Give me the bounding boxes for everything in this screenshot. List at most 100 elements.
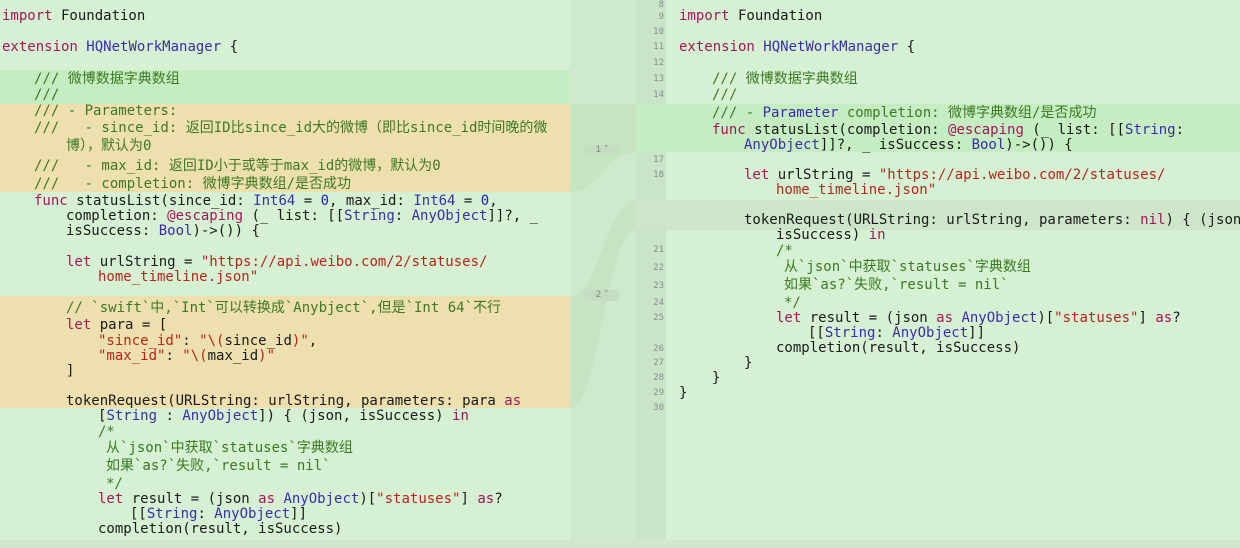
code-token: "statuses"	[1054, 310, 1139, 326]
code-line[interactable]: 从`json`中获取`statuses`字典数组	[106, 440, 353, 456]
bottom-toolbar-strip	[0, 540, 1240, 548]
right-code-area[interactable]: import Foundation extension HQNetWorkMana…	[636, 0, 1240, 548]
code-token: 博），默认为0	[66, 138, 152, 154]
code-token: Parameter	[762, 105, 839, 121]
code-line[interactable]: /// - completion: 微博字典数组/是否成功	[34, 176, 351, 192]
diff-change-badge[interactable]: 2 ˅	[584, 290, 620, 301]
code-line[interactable]: 从`json`中获取`statuses`字典数组	[784, 259, 1031, 275]
code-token: )"	[258, 348, 276, 364]
code-token: /*	[98, 424, 115, 440]
code-line[interactable]: }	[679, 385, 687, 401]
code-line[interactable]: // `swift`中,`Int`可以转换成`Anybject`,但是`Int …	[66, 300, 501, 316]
left-code-pane[interactable]: import Foundation extension HQNetWorkMana…	[0, 0, 570, 548]
code-token: "max_id"	[98, 348, 166, 364]
diff-change-badge[interactable]: 1 ˅	[584, 145, 620, 156]
code-token: String	[344, 208, 395, 224]
code-line[interactable]: let urlString = "https://api.weibo.com/2…	[744, 167, 1165, 183]
code-token: 从`json`中获取`statuses`字典数组	[784, 259, 1031, 275]
diff-connector-lines	[570, 104, 636, 408]
code-line[interactable]: [[String: AnyObject]]	[130, 506, 307, 522]
code-token: )[	[359, 491, 377, 507]
code-line[interactable]: }	[744, 355, 752, 371]
code-line[interactable]: import Foundation	[2, 8, 145, 24]
code-line[interactable]: ///	[34, 87, 59, 103]
code-token: para = [	[91, 317, 168, 333]
chevron-down-icon: ˅	[601, 145, 609, 155]
code-token: tokenRequest(URLString: urlString, param…	[66, 393, 505, 409]
code-token: "\(	[199, 333, 225, 349]
code-token: Foundation	[52, 8, 146, 24]
code-line[interactable]: 如果`as?`失败,`result = nil`	[784, 277, 1009, 293]
code-token: ]	[66, 363, 75, 379]
code-line[interactable]: "since_id": "\(since_id)",	[98, 333, 317, 349]
code-line[interactable]: func statusList(completion: @escaping (_…	[712, 122, 1184, 138]
code-line[interactable]: /// 微博数据字典数组	[34, 71, 180, 87]
code-line[interactable]: [[String: AnyObject]]	[808, 325, 985, 341]
code-line[interactable]: 博），默认为0	[66, 138, 151, 154]
code-token: "since_id"	[98, 333, 183, 349]
code-line[interactable]: isSuccess: Bool)->()) {	[66, 223, 260, 239]
code-line[interactable]: /*	[98, 424, 115, 440]
code-token: ]	[1138, 310, 1156, 326]
code-line[interactable]: let urlString = "https://api.weibo.com/2…	[66, 254, 487, 270]
code-line[interactable]: }	[712, 370, 720, 386]
code-line[interactable]: func statusList(since_id: Int64 = 0, max…	[34, 193, 498, 209]
code-line[interactable]: */	[784, 295, 801, 311]
code-token: /// 微博数据字典数组	[712, 71, 858, 87]
code-token: statusList(since_id:	[67, 193, 254, 209]
code-token: statusList(completion:	[745, 122, 949, 138]
code-line[interactable]: [String : AnyObject]) { (json, isSuccess…	[98, 408, 469, 424]
code-token: /// - since_id: 返回ID比since_id大的微博（即比sinc…	[34, 120, 548, 136]
code-line[interactable]: completion: @escaping (_ list: [[String:…	[66, 208, 538, 224]
code-line[interactable]: let result = (json as AnyObject)["status…	[776, 310, 1181, 326]
code-line[interactable]: "max_id": "\(max_id)"	[98, 348, 275, 364]
code-line[interactable]: completion(result, isSuccess)	[776, 340, 1020, 356]
code-token: ]]?, _ isSuccess:	[819, 137, 972, 153]
code-line[interactable]: /// - since_id: 返回ID比since_id大的微博（即比sinc…	[34, 120, 547, 136]
code-token: completion:	[66, 208, 168, 224]
code-line[interactable]: tokenRequest(URLString: urlString, param…	[66, 393, 521, 409]
code-token: import	[679, 8, 730, 24]
code-line[interactable]: AnyObject]]?, _ isSuccess: Bool)->()) {	[744, 137, 1073, 153]
code-token: home_timeline.json"	[776, 182, 937, 198]
code-line[interactable]: /*	[776, 243, 793, 259]
code-line[interactable]: extension HQNetWorkManager {	[679, 39, 915, 55]
code-token: nil	[1140, 212, 1166, 228]
code-line[interactable]: */	[106, 476, 123, 492]
left-code-area[interactable]: import Foundation extension HQNetWorkMana…	[0, 0, 570, 548]
code-token: ?	[494, 491, 503, 507]
code-line[interactable]: /// 微博数据字典数组	[712, 71, 858, 87]
code-line[interactable]: home_timeline.json"	[98, 269, 258, 285]
code-line[interactable]: extension HQNetWorkManager {	[2, 39, 238, 55]
code-token: */	[784, 295, 801, 311]
code-token: :	[197, 506, 215, 522]
code-token: tokenRequest(URLString: urlString, param…	[744, 212, 1141, 228]
code-line[interactable]: import Foundation	[679, 8, 822, 24]
code-token: :	[394, 208, 412, 224]
code-token: let	[66, 254, 92, 270]
code-line[interactable]: 如果`as?`失败,`result = nil`	[106, 458, 331, 474]
code-line[interactable]: isSuccess) in	[776, 227, 886, 243]
code-token: ) { (json,	[1165, 212, 1240, 228]
code-line[interactable]: let result = (json as AnyObject)["status…	[98, 491, 503, 507]
code-token: completion(result, isSuccess)	[776, 340, 1021, 356]
code-token: max_id	[207, 348, 259, 364]
code-line[interactable]: tokenRequest(URLString: urlString, param…	[744, 212, 1240, 228]
code-line[interactable]: /// - Parameters:	[34, 103, 177, 119]
code-token: {	[898, 39, 916, 55]
code-token: AnyObject	[214, 506, 291, 522]
code-token: /// - completion: 微博字典数组/是否成功	[34, 176, 352, 192]
code-token: }	[712, 370, 721, 386]
code-line[interactable]: completion(result, isSuccess)	[98, 521, 342, 537]
code-line[interactable]: /// - max_id: 返回ID小于或等于max_id的微博，默认为0	[34, 158, 441, 174]
code-line[interactable]: ]	[66, 363, 74, 379]
code-token: import	[2, 8, 53, 24]
code-line[interactable]: home_timeline.json"	[776, 182, 936, 198]
code-line[interactable]: /// - Parameter completion: 微博字典数组/是否成功	[712, 105, 1096, 121]
right-code-pane[interactable]: 8910111213141516171819202122232425262728…	[636, 0, 1240, 548]
code-token: Bool	[971, 137, 1006, 153]
code-line[interactable]: ///	[712, 87, 737, 103]
code-token: "https://api.weibo.com/2/statuses/	[878, 167, 1166, 183]
code-line[interactable]: let para = [	[66, 317, 167, 333]
code-token: }	[744, 355, 753, 371]
